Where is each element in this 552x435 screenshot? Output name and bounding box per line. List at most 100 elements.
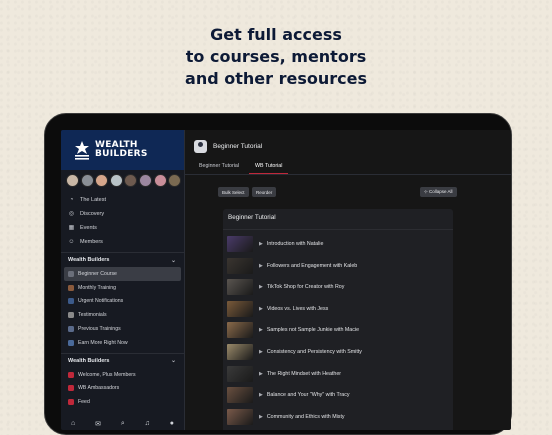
- lesson-row[interactable]: ▶ The Right Mindset with Heather: [227, 364, 449, 384]
- section-header-wealth-builders-2[interactable]: Wealth Builders ⌄: [61, 352, 184, 368]
- channel-item[interactable]: Feed: [61, 395, 184, 409]
- channel-icon: [68, 399, 74, 406]
- channel-label: Earn More Right Now: [78, 339, 128, 346]
- channel-item[interactable]: Previous Trainings: [61, 322, 184, 336]
- tabs-divider: [185, 174, 511, 175]
- home-icon[interactable]: ⌂: [71, 420, 75, 427]
- lesson-row[interactable]: ▶ Community and Ethics with Misty: [227, 407, 449, 427]
- lesson-title: Samples not Sample Junkie with Macie: [266, 327, 360, 334]
- avatar[interactable]: [66, 174, 79, 187]
- lesson-title: TikTok Shop for Creator with Roy: [266, 284, 345, 291]
- channel-icon: [68, 371, 74, 378]
- lesson-thumbnail: [227, 322, 253, 339]
- notifications-icon[interactable]: ♫: [145, 420, 150, 427]
- lesson-row[interactable]: ▶ Balance and Your "Why" with Tracy: [227, 385, 449, 405]
- play-icon[interactable]: ▶: [259, 306, 263, 312]
- member-avatars: [66, 174, 184, 188]
- lesson-thumbnail: [227, 257, 253, 274]
- channel-icon: [68, 385, 74, 392]
- brand-name: WEALTH BUILDERS: [95, 141, 148, 159]
- sidebar-item-events[interactable]: ▦ Events: [61, 221, 184, 235]
- lesson-row[interactable]: ▶ TikTok Shop for Creator with Roy: [227, 277, 449, 297]
- headline-line-3: and other resources: [185, 69, 367, 88]
- lesson-thumbnail: [227, 344, 253, 360]
- lesson-row[interactable]: ▶ Followers and Engagement with Kaleb: [227, 256, 449, 276]
- search-icon[interactable]: ⌕: [121, 420, 125, 428]
- latest-icon: ◔: [69, 196, 74, 203]
- lesson-title: Balance and Your "Why" with Tracy: [266, 392, 350, 399]
- play-icon[interactable]: ▶: [259, 263, 263, 269]
- messages-icon[interactable]: ✉: [95, 420, 101, 428]
- star-flag-icon: [75, 141, 89, 160]
- channel-icon: [68, 270, 74, 277]
- bulk-select-button[interactable]: Bulk Select: [218, 187, 249, 197]
- lesson-thumbnail: [227, 236, 253, 252]
- play-icon[interactable]: ▶: [259, 349, 263, 355]
- play-icon[interactable]: ▶: [259, 241, 263, 247]
- lesson-row[interactable]: ▶ Consistency and Persistency with Smitty: [227, 342, 449, 362]
- lesson-title: Followers and Engagement with Kaleb: [266, 262, 358, 269]
- lesson-title: Community and Ethics with Misty: [266, 413, 345, 420]
- brand-logo[interactable]: WEALTH BUILDERS: [61, 130, 184, 170]
- channel-item[interactable]: Beginner Course: [64, 267, 181, 281]
- tab-beginner-tutorial[interactable]: Beginner Tutorial: [193, 163, 245, 174]
- channel-label: Beginner Course: [78, 270, 117, 277]
- headline-line-2: to courses, mentors: [185, 47, 367, 66]
- app-screen: WEALTH BUILDERS ◔ The Latest ◎ Discovery ▦ Ev…: [61, 130, 511, 430]
- channel-label: Urgent Notifications: [78, 298, 124, 305]
- lesson-thumbnail: [227, 279, 253, 296]
- sidebar-item-discovery[interactable]: ◎ Discovery: [61, 207, 184, 221]
- channel-icon: [68, 284, 74, 291]
- course-tabs: Beginner Tutorial WB Tutorial: [193, 163, 292, 174]
- sidebar-item-the-latest[interactable]: ◔ The Latest: [61, 193, 184, 207]
- brand-line-2: BUILDERS: [95, 149, 148, 159]
- lesson-row[interactable]: ▶ Introduction with Natalie: [227, 234, 449, 254]
- bottom-tab-bar: ⌂ ✉ ⌕ ♫ ●: [61, 417, 184, 430]
- channel-item[interactable]: WB Ambassadors: [61, 382, 184, 396]
- channel-item[interactable]: Welcome, Plus Members: [61, 368, 184, 382]
- avatar[interactable]: [80, 174, 94, 187]
- main-content: Beginner Tutorial Beginner Tutorial WB Tu…: [185, 130, 511, 430]
- channel-icon: [68, 326, 74, 333]
- play-icon[interactable]: ▶: [259, 284, 263, 290]
- members-icon: ☺: [68, 238, 75, 245]
- course-header: Beginner Tutorial: [194, 140, 262, 153]
- channel-icon: [68, 298, 74, 305]
- avatar[interactable]: [153, 174, 167, 187]
- channel-item[interactable]: Urgent Notifications: [61, 295, 184, 309]
- tab-wb-tutorial[interactable]: WB Tutorial: [249, 163, 289, 174]
- play-icon[interactable]: ▶: [259, 327, 263, 333]
- avatar[interactable]: [124, 174, 138, 187]
- collapse-all-button[interactable]: ⊹ Collapse All: [420, 187, 457, 197]
- channel-item[interactable]: Testimonials: [61, 308, 184, 322]
- sidebar-item-label: Events: [80, 225, 97, 231]
- play-icon[interactable]: ▶: [259, 392, 263, 398]
- avatar[interactable]: [168, 174, 182, 187]
- sidebar-item-label: The Latest: [80, 197, 106, 203]
- section-header-wealth-builders[interactable]: Wealth Builders ⌄: [61, 252, 184, 267]
- lesson-row[interactable]: ▶ Samples not Sample Junkie with Macie: [227, 320, 449, 340]
- course-title: Beginner Tutorial: [213, 143, 263, 150]
- channel-item[interactable]: Monthly Training: [61, 281, 184, 295]
- lesson-row[interactable]: ▶ Videos vs. Lives with Jess: [227, 299, 449, 319]
- channel-icon: [68, 312, 74, 319]
- chevron-down-icon: ⌄: [170, 257, 176, 264]
- chevron-down-icon: ⌄: [170, 358, 176, 365]
- avatar[interactable]: [109, 174, 123, 187]
- panel-divider: [223, 229, 453, 230]
- lesson-thumbnail: [227, 365, 253, 382]
- reorder-button[interactable]: Reorder: [252, 187, 277, 197]
- play-icon[interactable]: ▶: [259, 414, 263, 420]
- sidebar-item-label: Discovery: [80, 211, 105, 217]
- sidebar-item-members[interactable]: ☺ Members: [61, 235, 184, 249]
- play-icon[interactable]: ▶: [259, 371, 263, 377]
- lessons-panel: Beginner Tutorial ▶ Introduction with Nat…: [223, 209, 453, 430]
- channel-label: Feed: [78, 399, 90, 406]
- avatar[interactable]: [138, 174, 152, 187]
- channel-item[interactable]: Earn More Right Now: [61, 336, 184, 350]
- lesson-title: Introduction with Natalie: [266, 241, 324, 247]
- profile-icon[interactable]: ●: [170, 420, 174, 427]
- avatar[interactable]: [95, 174, 109, 187]
- headline: Get full access to courses, mentors and …: [0, 24, 552, 90]
- channel-label: Testimonials: [78, 312, 107, 319]
